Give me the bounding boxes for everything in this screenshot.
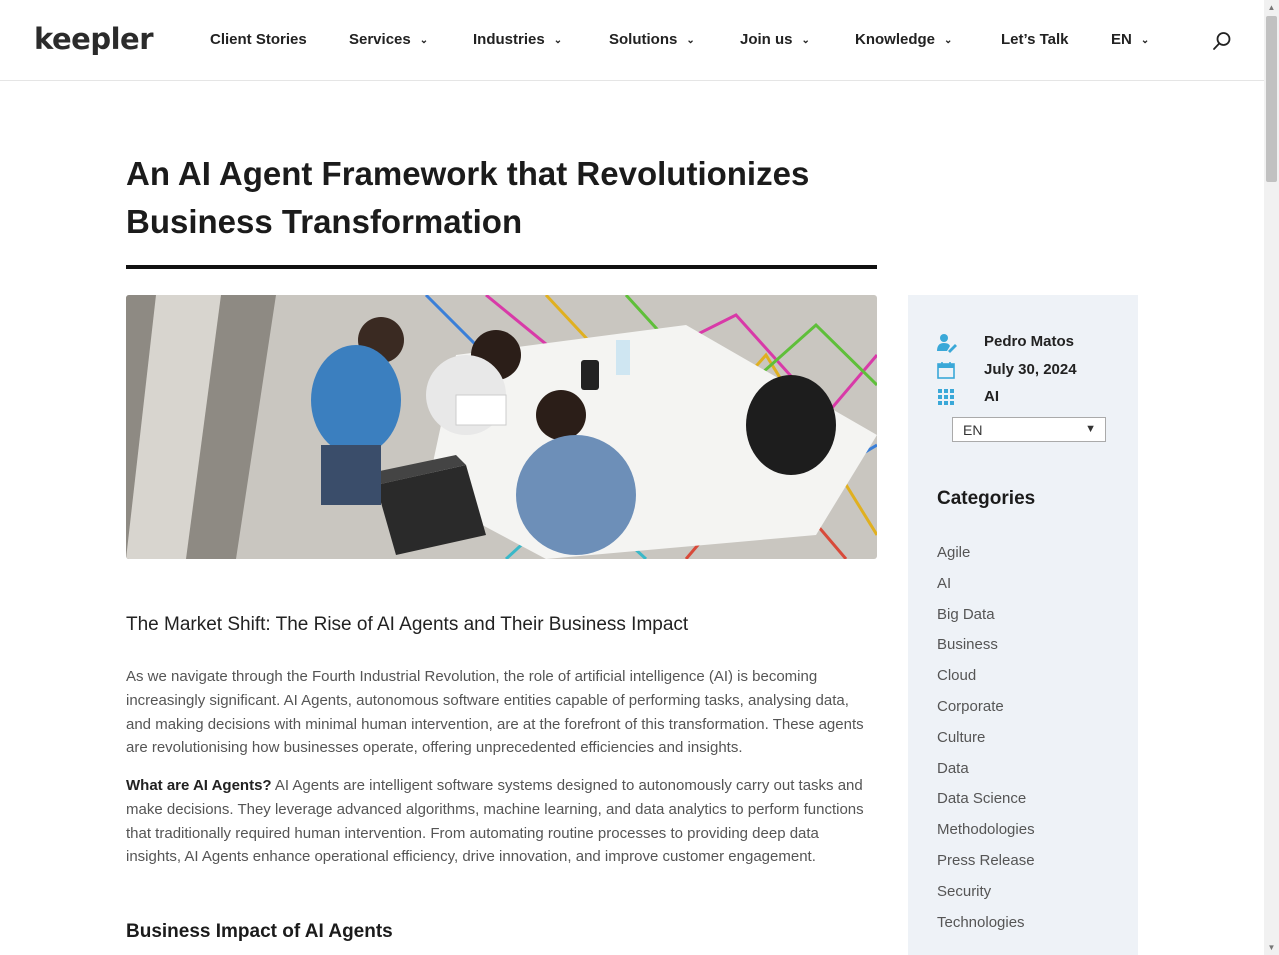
category-item-business[interactable]: Business [937,636,1035,667]
categories-heading: Categories [937,488,1036,509]
calendar-icon [937,362,955,379]
nav-language[interactable]: EN ⌄ [1111,31,1149,48]
publish-date: July 30, 2024 [984,361,1077,378]
article-subtitle: The Market Shift: The Rise of AI Agents … [126,614,689,635]
scroll-thumb[interactable] [1266,16,1277,182]
chevron-down-icon: ⌄ [686,35,695,46]
chevron-down-icon: ⌄ [1140,35,1150,46]
article-sidebar: Pedro Matos July 30, 2024 AI EN ▼ Catego… [908,295,1138,955]
category-link[interactable]: AI [984,388,999,405]
category-item-big-data[interactable]: Big Data [937,606,1035,637]
hero-image [126,295,877,559]
author-name[interactable]: Pedro Matos [984,333,1074,350]
nav-solutions[interactable]: Solutions ⌄ [609,31,695,48]
author-icon [937,334,957,353]
category-item-security[interactable]: Security [937,883,1035,914]
nav-knowledge[interactable]: Knowledge ⌄ [855,31,952,48]
nav-services[interactable]: Services ⌄ [349,31,428,48]
category-item-culture[interactable]: Culture [937,729,1035,760]
language-select-value: EN [963,422,983,438]
nav-label: Services [349,31,411,48]
chevron-down-icon: ⌄ [553,35,563,46]
title-divider [126,265,877,269]
nav-label: Solutions [609,31,678,48]
site-header: keepler Client Stories Services ⌄ Industr… [0,0,1264,81]
nav-join-us[interactable]: Join us ⌄ [740,31,810,48]
category-item-agile[interactable]: Agile [937,544,1035,575]
category-item-corporate[interactable]: Corporate [937,698,1035,729]
category-item-ai[interactable]: AI [937,575,1035,606]
category-item-data[interactable]: Data [937,760,1035,791]
nav-label: Knowledge [855,31,936,48]
section-heading: Business Impact of AI Agents [126,921,393,942]
grid-icon [938,389,954,405]
chevron-down-icon: ⌄ [801,35,810,46]
nav-label: Industries [473,31,545,48]
scroll-down-arrow-icon[interactable]: ▼ [1264,940,1279,955]
page-title: An AI Agent Framework that Revolutionize… [126,155,810,240]
chevron-down-icon: ⌄ [419,35,429,46]
nav-lets-talk[interactable]: Let’s Talk [1001,31,1069,48]
article-paragraph: What are AI Agents? AI Agents are intell… [126,774,878,869]
categories-list: Agile AI Big Data Business Cloud Corpora… [937,544,1035,944]
page-scrollbar[interactable]: ▲ ▼ [1264,0,1279,955]
keepler-logo[interactable]: keepler [34,22,154,56]
dropdown-arrow-icon: ▼ [1085,423,1096,435]
nav-label: Let’s Talk [1001,31,1069,48]
language-select[interactable]: EN ▼ [952,417,1106,442]
category-item-data-science[interactable]: Data Science [937,790,1035,821]
chevron-down-icon: ⌄ [944,35,953,46]
nav-label: Client Stories [210,31,307,48]
category-item-press-release[interactable]: Press Release [937,852,1035,883]
article-paragraph: As we navigate through the Fourth Indust… [126,668,864,757]
category-item-technologies[interactable]: Technologies [937,914,1035,945]
nav-label: EN [1111,31,1132,48]
category-item-cloud[interactable]: Cloud [937,667,1035,698]
scroll-up-arrow-icon[interactable]: ▲ [1264,0,1279,15]
search-icon[interactable] [1212,31,1232,51]
paragraph-lead: What are AI Agents? [126,777,272,794]
nav-client-stories[interactable]: Client Stories [210,31,307,48]
category-item-methodologies[interactable]: Methodologies [937,821,1035,852]
nav-industries[interactable]: Industries ⌄ [473,31,562,48]
nav-label: Join us [740,31,793,48]
